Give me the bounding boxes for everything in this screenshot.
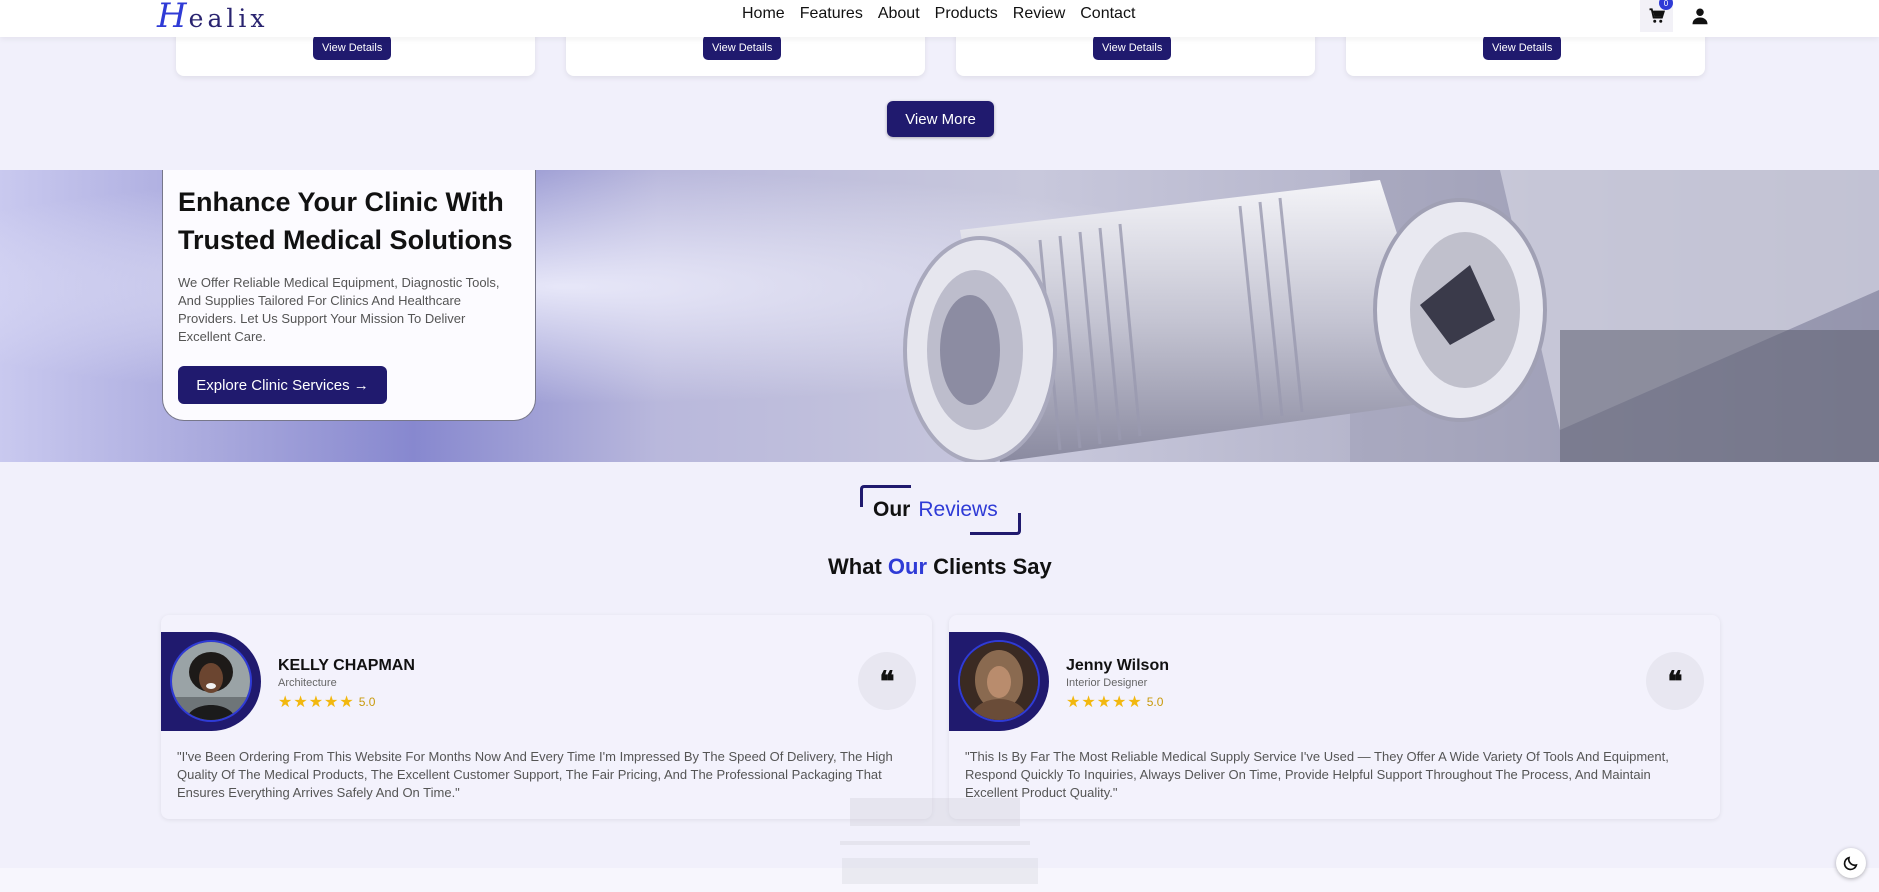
view-details-button[interactable]: View Details <box>1483 35 1562 60</box>
reviews-heading-reviews: Reviews <box>918 498 998 521</box>
view-details-button[interactable]: View Details <box>313 35 392 60</box>
star-icon: ★ <box>278 692 293 711</box>
review-text: "This Is By Far The Most Reliable Medica… <box>965 749 1669 800</box>
star-icon: ★ <box>1081 692 1096 711</box>
logo-initial: H <box>157 0 189 36</box>
explore-clinic-services-button[interactable]: Explore Clinic Services → <box>178 366 387 404</box>
reviews-subheading: What Our Clients Say <box>828 554 1052 580</box>
view-details-button[interactable]: View Details <box>1093 35 1172 60</box>
reviewer-role: Architecture <box>278 677 337 689</box>
quote-icon: ❝ <box>1646 652 1704 710</box>
review-text: "I've Been Ordering From This Website Fo… <box>177 749 893 800</box>
user-button[interactable] <box>1683 0 1716 32</box>
cart-icon <box>1649 8 1665 23</box>
subheading-accent: Our <box>887 554 928 579</box>
reviewer-photo <box>172 642 250 720</box>
logo-text: ealix <box>188 4 269 33</box>
reviewer-name: Jenny Wilson <box>1066 657 1169 674</box>
nav-review[interactable]: Review <box>1013 5 1065 23</box>
quote-icon: ❝ <box>858 652 916 710</box>
rating-score: 5.0 <box>1146 694 1164 709</box>
review-card: Jenny Wilson Interior Designer ★ ★ ★ ★ ★… <box>949 615 1720 819</box>
star-icon: ★ <box>1096 692 1112 711</box>
star-icon: ★ <box>1112 692 1127 711</box>
reviewer-role: Interior Designer <box>1066 677 1148 689</box>
subheading-part-2: Clients Say <box>927 554 1052 579</box>
review-card: KELLY CHAPMAN Architecture ★ ★ ★ ★ ★ 5.0… <box>161 615 932 819</box>
star-icon: ★ <box>1066 692 1081 711</box>
avatar <box>958 640 1040 722</box>
hero-description: We Offer Reliable Medical Equipment, Dia… <box>178 275 500 344</box>
hero-title: Enhance Your Clinic With Trusted Medical… <box>178 187 513 255</box>
reviewer-name: KELLY CHAPMAN <box>278 657 415 674</box>
site-header: Healix Home Features About Products Revi… <box>0 0 1879 37</box>
moon-icon <box>1843 856 1858 871</box>
nav-features[interactable]: Features <box>800 5 863 23</box>
nav-about[interactable]: About <box>878 5 920 23</box>
rating-stars: ★ ★ ★ ★ ★ 5.0 <box>1066 692 1163 711</box>
rating-stars: ★ ★ ★ ★ ★ 5.0 <box>278 692 375 711</box>
main-nav: Home Features About Products Review Cont… <box>742 5 1150 23</box>
user-icon <box>1692 8 1707 25</box>
site-logo[interactable]: Healix <box>157 0 268 36</box>
star-icon: ★ <box>293 692 308 711</box>
subheading-part-1: What <box>828 554 888 579</box>
dark-mode-toggle[interactable] <box>1836 848 1866 878</box>
avatar <box>170 640 252 722</box>
rating-score: 5.0 <box>358 694 376 709</box>
view-more-button[interactable]: View More <box>887 101 994 137</box>
reviewer-photo <box>960 642 1038 720</box>
footer-strip <box>0 868 1879 892</box>
star-icon: ★ <box>308 692 324 711</box>
star-icon: ★ <box>339 692 354 711</box>
reviews-heading-our: Our <box>873 498 911 521</box>
star-icon: ★ <box>324 692 339 711</box>
reviews-heading: Our Reviews <box>873 498 998 522</box>
view-details-button[interactable]: View Details <box>703 35 782 60</box>
nav-home[interactable]: Home <box>742 5 785 23</box>
star-icon: ★ <box>1127 692 1142 711</box>
nav-products[interactable]: Products <box>935 5 998 23</box>
nav-contact[interactable]: Contact <box>1080 5 1135 23</box>
